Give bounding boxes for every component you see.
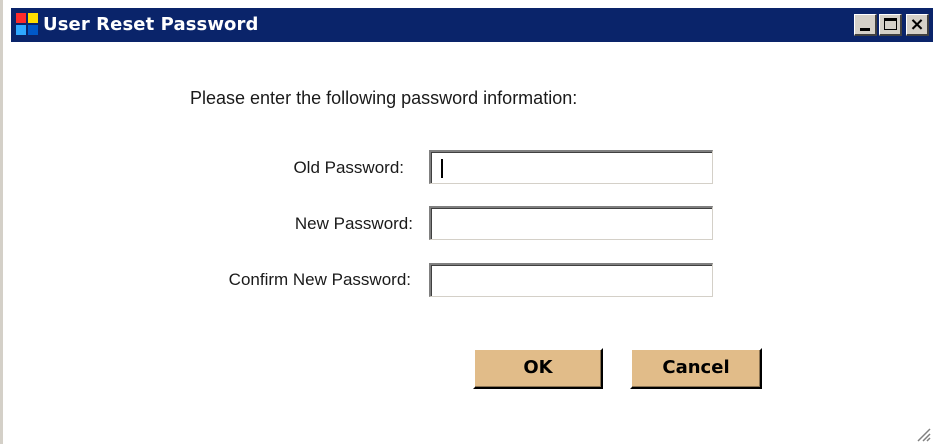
minimize-button[interactable] [854, 14, 877, 36]
resize-grip-icon[interactable] [915, 426, 931, 442]
maximize-icon [884, 18, 897, 30]
maximize-button[interactable] [879, 14, 902, 36]
minimize-icon [860, 28, 870, 31]
app-window-icon [16, 13, 40, 37]
close-icon: × [909, 14, 925, 35]
dialog-window: User Reset Password × Please enter the f… [0, 0, 933, 444]
title-bar[interactable]: User Reset Password × [11, 8, 933, 42]
close-button[interactable]: × [906, 14, 929, 36]
text-cursor [441, 159, 443, 178]
ok-button[interactable]: OK [473, 348, 603, 389]
new-password-field[interactable] [429, 206, 713, 240]
old-password-field[interactable] [429, 150, 713, 184]
instructions-text: Please enter the following password info… [190, 88, 578, 108]
old-password-label: Old Password: [293, 158, 404, 177]
new-password-label: New Password: [294, 214, 413, 233]
confirm-password-field[interactable] [429, 263, 713, 297]
cancel-button[interactable]: Cancel [630, 348, 762, 389]
window-title: User Reset Password [43, 14, 259, 35]
confirm-password-label: Confirm New Password: [228, 270, 411, 289]
